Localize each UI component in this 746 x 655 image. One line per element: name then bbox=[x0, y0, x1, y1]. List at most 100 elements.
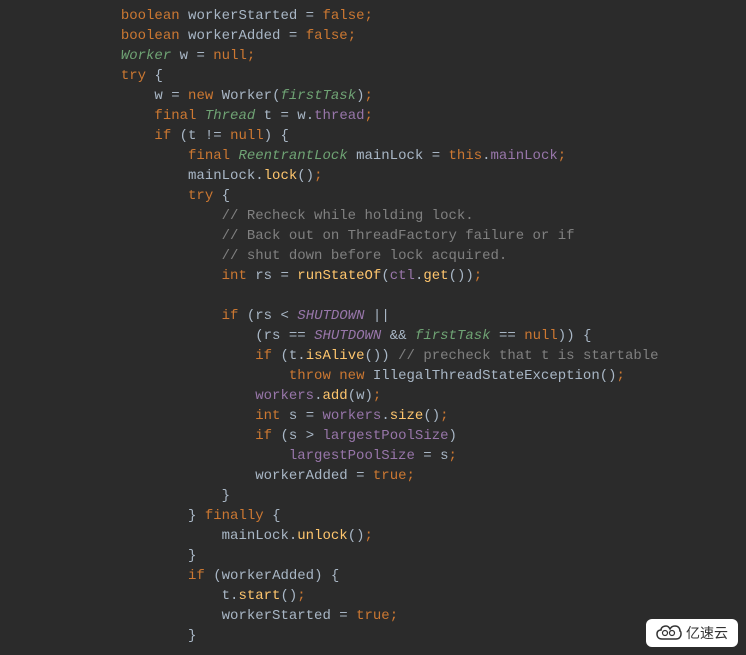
token-kw: boolean bbox=[121, 28, 180, 44]
token-method: lock bbox=[264, 168, 298, 184]
token-punc: () bbox=[280, 588, 297, 604]
token-punc: } bbox=[188, 628, 196, 644]
token-ident: mainLock bbox=[188, 168, 255, 184]
token-comment: // shut down before lock acquired. bbox=[222, 248, 508, 264]
token-ident: s bbox=[440, 448, 448, 464]
token-semi: ; bbox=[617, 368, 625, 384]
code-line[interactable]: t.start(); bbox=[0, 586, 746, 606]
token-punc: ()) bbox=[365, 348, 390, 364]
token-field: workers bbox=[323, 408, 382, 424]
token-op: = bbox=[306, 8, 314, 24]
code-line[interactable]: boolean workerAdded = false; bbox=[0, 26, 746, 46]
token-bool: true bbox=[373, 468, 407, 484]
token-op: > bbox=[306, 428, 314, 444]
token-field: thread bbox=[314, 108, 364, 124]
token-punc: { bbox=[154, 68, 162, 84]
token-final-kw: final bbox=[188, 148, 230, 164]
token-if-kw: if bbox=[255, 348, 272, 364]
token-null-kw: null bbox=[524, 328, 558, 344]
token-punc: ) bbox=[356, 88, 364, 104]
code-line[interactable]: final ReentrantLock mainLock = this.main… bbox=[0, 146, 746, 166]
token-op: == bbox=[499, 328, 516, 344]
token-ident: s bbox=[289, 408, 297, 424]
code-line[interactable]: } bbox=[0, 486, 746, 506]
token-try-kw: try bbox=[188, 188, 213, 204]
token-semi: ; bbox=[474, 268, 482, 284]
token-field: mainLock bbox=[491, 148, 558, 164]
token-method: runStateOf bbox=[297, 268, 381, 284]
code-line[interactable]: (rs == SHUTDOWN && firstTask == null)) { bbox=[0, 326, 746, 346]
token-method: isAlive bbox=[306, 348, 365, 364]
code-line[interactable]: } bbox=[0, 546, 746, 566]
token-ident: workerStarted bbox=[188, 8, 297, 24]
code-line[interactable]: if (workerAdded) { bbox=[0, 566, 746, 586]
token-punc: ) bbox=[314, 568, 322, 584]
token-method: start bbox=[238, 588, 280, 604]
token-ident: mainLock bbox=[356, 148, 423, 164]
token-punc: () bbox=[423, 408, 440, 424]
code-line[interactable]: workerAdded = true; bbox=[0, 466, 746, 486]
token-if-kw: if bbox=[154, 128, 171, 144]
code-line[interactable]: Worker w = null; bbox=[0, 46, 746, 66]
code-line[interactable]: } bbox=[0, 626, 746, 646]
token-ident: workerAdded bbox=[222, 568, 314, 584]
token-field: largestPoolSize bbox=[289, 448, 415, 464]
code-line[interactable]: throw new IllegalThreadStateException(); bbox=[0, 366, 746, 386]
token-punc: { bbox=[281, 128, 289, 144]
token-punc: . bbox=[482, 148, 490, 164]
code-line[interactable]: w = new Worker(firstTask); bbox=[0, 86, 746, 106]
token-op: = bbox=[280, 268, 288, 284]
token-punc: . bbox=[381, 408, 389, 424]
code-line[interactable]: workerStarted = true; bbox=[0, 606, 746, 626]
token-throw-kw: throw bbox=[289, 368, 331, 384]
code-line[interactable]: if (rs < SHUTDOWN || bbox=[0, 306, 746, 326]
token-int-kw: int bbox=[222, 268, 247, 284]
code-line[interactable] bbox=[0, 286, 746, 306]
code-line[interactable]: if (t.isAlive()) // precheck that t is s… bbox=[0, 346, 746, 366]
code-line[interactable]: try { bbox=[0, 66, 746, 86]
code-line[interactable]: } finally { bbox=[0, 506, 746, 526]
token-try-kw: try bbox=[121, 68, 146, 84]
token-ident: rs bbox=[264, 328, 281, 344]
code-line[interactable]: // shut down before lock acquired. bbox=[0, 246, 746, 266]
token-punc: ( bbox=[280, 348, 288, 364]
code-line[interactable]: // Recheck while holding lock. bbox=[0, 206, 746, 226]
token-ident: rs bbox=[255, 308, 272, 324]
code-line[interactable]: mainLock.lock(); bbox=[0, 166, 746, 186]
token-punc: ( bbox=[280, 428, 288, 444]
code-editor[interactable]: boolean workerStarted = false; boolean w… bbox=[0, 0, 746, 652]
code-line[interactable]: if (s > largestPoolSize) bbox=[0, 426, 746, 446]
token-semi: ; bbox=[348, 28, 356, 44]
code-line[interactable]: workers.add(w); bbox=[0, 386, 746, 406]
token-null-kw: null bbox=[213, 48, 247, 64]
token-punc: { bbox=[331, 568, 339, 584]
token-ident: s bbox=[289, 428, 297, 444]
code-line[interactable]: int s = workers.size(); bbox=[0, 406, 746, 426]
code-line[interactable]: mainLock.unlock(); bbox=[0, 526, 746, 546]
token-op: = bbox=[432, 148, 440, 164]
token-new-kw: new bbox=[339, 368, 364, 384]
token-ident: workerAdded bbox=[188, 28, 280, 44]
code-line[interactable]: // Back out on ThreadFactory failure or … bbox=[0, 226, 746, 246]
code-line[interactable]: final Thread t = w.thread; bbox=[0, 106, 746, 126]
token-this-kw: this bbox=[449, 148, 483, 164]
token-punc: ( bbox=[381, 268, 389, 284]
token-semi: ; bbox=[297, 588, 305, 604]
token-op: = bbox=[196, 48, 204, 64]
token-ident: IllegalThreadStateException() bbox=[373, 368, 617, 384]
code-line[interactable]: if (t != null) { bbox=[0, 126, 746, 146]
token-comment: // precheck that t is startable bbox=[398, 348, 658, 364]
code-line[interactable]: try { bbox=[0, 186, 746, 206]
token-punc: ( bbox=[255, 328, 263, 344]
code-line[interactable]: largestPoolSize = s; bbox=[0, 446, 746, 466]
code-line[interactable]: int rs = runStateOf(ctl.get()); bbox=[0, 266, 746, 286]
token-kw: boolean bbox=[121, 8, 180, 24]
token-op: = bbox=[171, 88, 179, 104]
token-punc: ) bbox=[449, 428, 457, 444]
code-line[interactable]: boolean workerStarted = false; bbox=[0, 6, 746, 26]
token-semi: ; bbox=[365, 108, 373, 124]
token-punc: . bbox=[297, 348, 305, 364]
token-bool: false bbox=[322, 8, 364, 24]
token-ident: w bbox=[356, 388, 364, 404]
token-ident: t bbox=[222, 588, 230, 604]
